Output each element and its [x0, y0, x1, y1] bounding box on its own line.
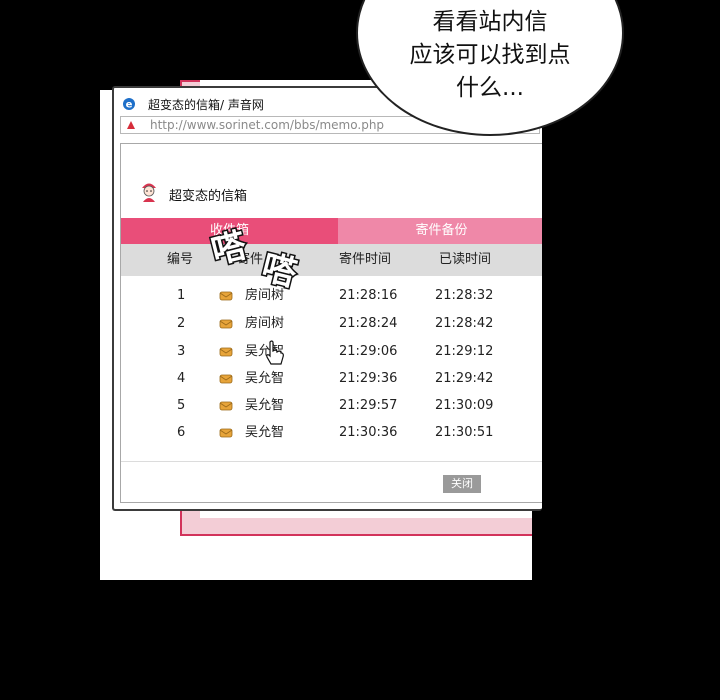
table-header: 编号 寄件人 寄件时间 已读时间 [121, 244, 542, 276]
row-read-time: 21:28:32 [435, 288, 494, 303]
row-number: 4 [177, 371, 186, 386]
url-text: http://www.sorinet.com/bbs/memo.php [150, 118, 385, 132]
svg-text:e: e [126, 100, 133, 111]
table-row[interactable]: 6 吴允智 21:30:36 21:30:51 [121, 419, 542, 446]
row-number: 1 [177, 288, 186, 303]
site-icon [127, 121, 135, 129]
window-title: 超变态的信箱/ 声音网 [148, 98, 264, 112]
row-sent-time: 21:29:57 [339, 398, 398, 413]
table-row[interactable]: 5 吴允智 21:29:57 21:30:09 [121, 392, 542, 419]
row-sender[interactable]: 吴允智 [245, 419, 284, 446]
envelope-icon [219, 347, 233, 357]
row-number: 6 [177, 425, 186, 440]
row-sent-time: 21:30:36 [339, 425, 398, 440]
envelope-icon [219, 401, 233, 411]
row-sent-time: 21:28:24 [339, 316, 398, 331]
envelope-icon [219, 374, 233, 384]
row-sender[interactable]: 吴允智 [245, 392, 284, 419]
table-row[interactable]: 1 房间树 21:28:16 21:28:32 [121, 282, 542, 309]
speech-line: 看看站内信 [432, 9, 548, 35]
close-button[interactable]: 关闭 [443, 475, 481, 493]
row-read-time: 21:29:42 [435, 371, 494, 386]
table-row[interactable]: 2 房间树 21:28:24 21:28:42 [121, 310, 542, 337]
mascot-avatar-icon [142, 183, 156, 202]
row-sent-time: 21:29:06 [339, 344, 398, 359]
row-read-time: 21:29:12 [435, 344, 494, 359]
speech-line: 什么... [456, 75, 524, 101]
row-read-time: 21:28:42 [435, 316, 494, 331]
row-sent-time: 21:29:36 [339, 371, 398, 386]
row-number: 3 [177, 344, 186, 359]
column-header-number: 编号 [167, 252, 194, 267]
hand-cursor-icon [266, 340, 284, 365]
column-header-read-time: 已读时间 [439, 252, 492, 267]
table-row[interactable]: 3 吴允智 21:29:06 21:29:12 [121, 338, 542, 365]
row-sender[interactable]: 吴允智 [245, 365, 284, 392]
row-read-time: 21:30:09 [435, 398, 494, 413]
row-read-time: 21:30:51 [435, 425, 494, 440]
row-sender[interactable]: 房间树 [245, 310, 284, 337]
row-sent-time: 21:28:16 [339, 288, 398, 303]
mailbox-title: 超变态的信箱 [169, 189, 248, 204]
table-row[interactable]: 4 吴允智 21:29:36 21:29:42 [121, 365, 542, 392]
popup-window: e 超变态的信箱/ 声音网 http://www.sorinet.com/bbs… [112, 86, 542, 511]
row-number: 2 [177, 316, 186, 331]
column-header-sent-time: 寄件时间 [339, 252, 392, 267]
footer-divider [121, 461, 542, 462]
row-number: 5 [177, 398, 186, 413]
envelope-icon [219, 319, 233, 329]
mailbox-tabs: 收件箱 寄件备份 [121, 218, 542, 244]
envelope-icon [219, 291, 233, 301]
speech-line: 应该可以找到点 [409, 42, 571, 68]
mailbox-panel: 超变态的信箱 收件箱 寄件备份 编号 寄件人 寄件时间 已读时间 1 房间树 2… [120, 143, 542, 503]
tab-sent-backup[interactable]: 寄件备份 [338, 218, 542, 244]
browser-icon: e [123, 98, 135, 111]
envelope-icon [219, 428, 233, 438]
